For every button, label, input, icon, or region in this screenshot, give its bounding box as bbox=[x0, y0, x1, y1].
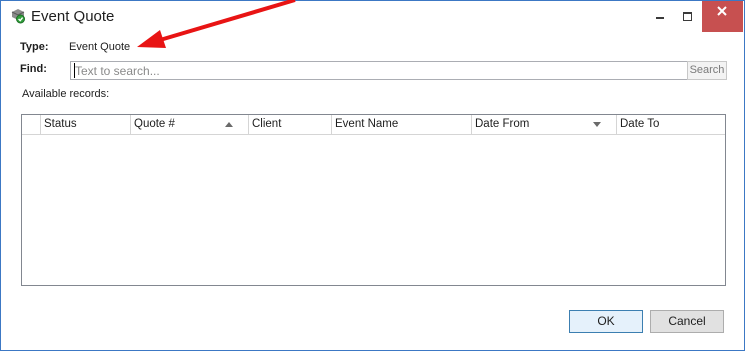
grid-body bbox=[22, 135, 725, 285]
search-input[interactable] bbox=[70, 61, 689, 80]
grid-header: Status Quote # Client Event Name Date Fr… bbox=[22, 115, 725, 135]
title-bar[interactable]: Event Quote bbox=[1, 1, 744, 32]
window-title: Event Quote bbox=[31, 8, 115, 25]
records-grid[interactable]: Status Quote # Client Event Name Date Fr… bbox=[21, 114, 726, 286]
column-header-client[interactable]: Client bbox=[249, 115, 332, 134]
minimize-button[interactable] bbox=[644, 1, 674, 32]
column-header-date-from[interactable]: Date From bbox=[472, 115, 617, 134]
cancel-button[interactable]: Cancel bbox=[650, 310, 724, 333]
maximize-button[interactable] bbox=[673, 1, 703, 32]
column-header-status[interactable]: Status bbox=[41, 115, 131, 134]
records-label: Available records: bbox=[22, 88, 110, 100]
type-label: Type: bbox=[20, 41, 49, 53]
column-header-date-from-label: Date From bbox=[475, 118, 530, 130]
close-icon bbox=[717, 6, 727, 16]
search-button[interactable]: Search bbox=[687, 61, 727, 80]
text-caret bbox=[74, 63, 75, 78]
column-header-date-to[interactable]: Date To bbox=[617, 115, 725, 134]
app-icon bbox=[11, 9, 25, 24]
ok-button[interactable]: OK bbox=[569, 310, 643, 333]
column-header-indicator[interactable] bbox=[22, 115, 41, 134]
type-value: Event Quote bbox=[69, 41, 131, 53]
find-label: Find: bbox=[20, 63, 47, 75]
column-header-quote-number[interactable]: Quote # bbox=[131, 115, 249, 134]
dialog-window: Event Quote Type: Event Quote Find: Sear… bbox=[0, 0, 745, 351]
sort-descending-icon bbox=[593, 122, 601, 127]
sort-ascending-icon bbox=[225, 122, 233, 127]
close-button[interactable] bbox=[702, 1, 743, 32]
column-header-event-name[interactable]: Event Name bbox=[332, 115, 472, 134]
column-header-quote-number-label: Quote # bbox=[134, 118, 175, 130]
